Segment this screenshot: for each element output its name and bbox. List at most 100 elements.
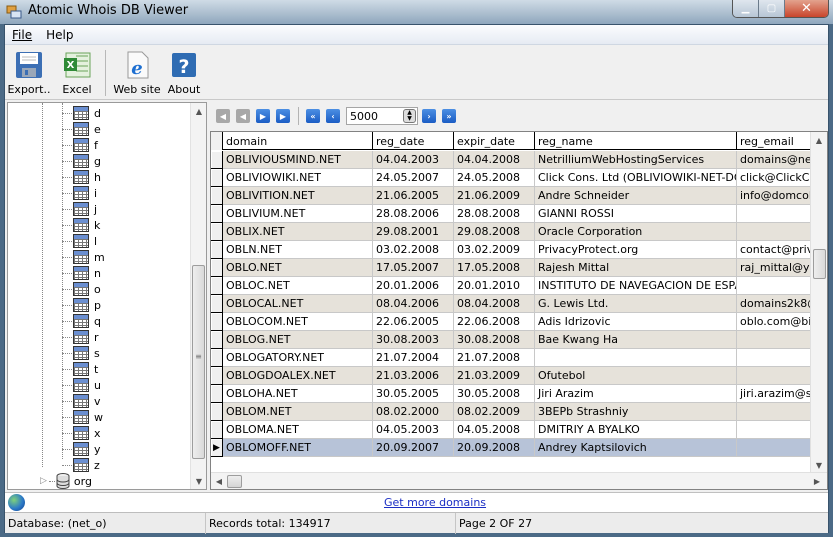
grid-cell-reg-email[interactable]: contact@priva	[737, 241, 815, 259]
spin-updown-icon[interactable]: ▲ ▼	[403, 109, 416, 123]
grid-cell-reg-name[interactable]: Rajesh Mittal	[535, 259, 737, 277]
tree-node-table[interactable]: n	[62, 265, 101, 281]
close-button[interactable]: ✕	[785, 0, 828, 17]
table-row[interactable]: OBLIVIUM.NET 28.08.2006 28.08.2008 GIANNI R…	[211, 205, 815, 223]
maximize-button[interactable]: ▢	[759, 0, 785, 17]
tree-node-table[interactable]: r	[62, 329, 99, 345]
grid-cell-domain[interactable]: OBLOCOM.NET	[223, 313, 373, 331]
table-row[interactable]: OBLIVITION.NET 21.06.2005 21.06.2009 Andre …	[211, 187, 815, 205]
scroll-up-arrow-icon[interactable]: ▲	[811, 132, 827, 148]
row-indicator[interactable]	[211, 385, 223, 403]
tree-node-table[interactable]: k	[62, 217, 100, 233]
grid-cell-reg-name[interactable]: Click Cons. Ltd (OBLIVIOWIKI-NET-DOM)	[535, 169, 737, 187]
grid-cell-expir-date[interactable]: 03.02.2009	[454, 241, 535, 259]
scrollbar-thumb[interactable]	[813, 249, 826, 279]
table-row[interactable]: OBLOC.NET 20.01.2006 20.01.2010 INSTITUTO D…	[211, 277, 815, 295]
menu-file[interactable]: File	[5, 28, 39, 42]
next-page-button[interactable]: ›	[422, 109, 436, 123]
grid-cell-reg-date[interactable]: 21.03.2006	[373, 367, 454, 385]
grid-cell-reg-date[interactable]: 04.04.2003	[373, 151, 454, 169]
row-indicator[interactable]	[211, 205, 223, 223]
first-page-button[interactable]: «	[306, 109, 320, 123]
row-indicator[interactable]	[211, 421, 223, 439]
tree-node-table[interactable]: t	[62, 361, 98, 377]
grid-cell-reg-email[interactable]	[737, 205, 815, 223]
grid-cell-reg-name[interactable]: GIANNI ROSSI	[535, 205, 737, 223]
last-record-button[interactable]: ▶	[276, 109, 290, 123]
grid-cell-reg-email[interactable]: info@domcolle	[737, 187, 815, 205]
row-indicator[interactable]	[211, 187, 223, 205]
grid-cell-expir-date[interactable]: 08.04.2008	[454, 295, 535, 313]
tree-node-table[interactable]: z	[62, 457, 100, 473]
grid-horizontal-scrollbar[interactable]: ◀ ▶	[211, 472, 827, 489]
tree-node-table[interactable]: o	[62, 281, 101, 297]
grid-cell-reg-date[interactable]: 30.05.2005	[373, 385, 454, 403]
tree-node-table[interactable]: y	[62, 441, 101, 457]
grid-cell-reg-date[interactable]: 08.02.2000	[373, 403, 454, 421]
grid-cell-reg-email[interactable]	[737, 367, 815, 385]
grid-cell-reg-date[interactable]: 08.04.2006	[373, 295, 454, 313]
tree-node-table[interactable]: w	[62, 409, 103, 425]
tree-node-table[interactable]: g	[62, 153, 101, 169]
prior-record-button[interactable]: ◀	[236, 109, 250, 123]
menu-help[interactable]: Help	[39, 28, 80, 42]
grid-cell-reg-email[interactable]	[737, 223, 815, 241]
grid-cell-expir-date[interactable]: 04.04.2008	[454, 151, 535, 169]
next-record-button[interactable]: ▶	[256, 109, 270, 123]
tree-node-table[interactable]: j	[62, 201, 97, 217]
grid-cell-expir-date[interactable]: 28.08.2008	[454, 205, 535, 223]
grid-cell-reg-name[interactable]: DMITRIY A BYALKO	[535, 421, 737, 439]
grid-cell-reg-name[interactable]: INSTITUTO DE NAVEGACION DE ESPA?'A	[535, 277, 737, 295]
grid-cell-domain[interactable]: OBLO.NET	[223, 259, 373, 277]
tree-node-table[interactable]: v	[62, 393, 101, 409]
grid-cell-reg-email[interactable]	[737, 421, 815, 439]
row-indicator[interactable]	[211, 241, 223, 259]
grid-cell-reg-name[interactable]: Ofutebol	[535, 367, 737, 385]
grid-cell-domain[interactable]: OBLIVIUM.NET	[223, 205, 373, 223]
table-row[interactable]: OBLIX.NET 29.08.2001 29.08.2008 Oracle Corp…	[211, 223, 815, 241]
grid-cell-reg-email[interactable]: oblo.com@bih.	[737, 313, 815, 331]
table-row[interactable]: OBLOCOM.NET 22.06.2005 22.06.2008 Adis Idri…	[211, 313, 815, 331]
row-indicator[interactable]	[211, 151, 223, 169]
row-indicator[interactable]	[211, 313, 223, 331]
tree-node-table[interactable]: p	[62, 297, 101, 313]
tree-node-table[interactable]: e	[62, 121, 101, 137]
scroll-right-arrow-icon[interactable]: ▶	[809, 473, 825, 489]
tree-node-table[interactable]: h	[62, 169, 101, 185]
grid-cell-reg-name[interactable]: Adis Idrizovic	[535, 313, 737, 331]
table-row[interactable]: OBLOM.NET 08.02.2000 08.02.2009 3BEPb Stras…	[211, 403, 815, 421]
tree-node-table[interactable]: l	[62, 233, 97, 249]
grid-cell-reg-email[interactable]	[737, 277, 815, 295]
tree-node-table[interactable]: m	[62, 249, 105, 265]
grid-cell-domain[interactable]: OBLOG.NET	[223, 331, 373, 349]
grid-cell-domain[interactable]: OBLIVITION.NET	[223, 187, 373, 205]
column-header-reg-email[interactable]: reg_email	[737, 132, 815, 150]
table-row[interactable]: OBLOCAL.NET 08.04.2006 08.04.2008 G. Lewis …	[211, 295, 815, 313]
grid-cell-reg-name[interactable]: NetrilliumWebHostingServices	[535, 151, 737, 169]
table-row[interactable]: OBLOG.NET 30.08.2003 30.08.2008 Bae Kwang H…	[211, 331, 815, 349]
column-header-reg-name[interactable]: reg_name	[535, 132, 737, 150]
row-indicator[interactable]	[211, 295, 223, 313]
grid-cell-reg-date[interactable]: 30.08.2003	[373, 331, 454, 349]
grid-cell-expir-date[interactable]: 08.02.2009	[454, 403, 535, 421]
grid-cell-reg-email[interactable]	[737, 331, 815, 349]
grid-cell-reg-date[interactable]: 29.08.2001	[373, 223, 454, 241]
table-row[interactable]: OBLIVIOWIKI.NET 24.05.2007 24.05.2008 Click…	[211, 169, 815, 187]
website-button[interactable]: e Web site	[110, 46, 164, 100]
grid-cell-reg-email[interactable]: domains@netri	[737, 151, 815, 169]
grid-cell-domain[interactable]: OBLOGATORY.NET	[223, 349, 373, 367]
tree-node-table[interactable]: d	[62, 105, 101, 121]
grid-cell-reg-name[interactable]: G. Lewis Ltd.	[535, 295, 737, 313]
grid-cell-reg-email[interactable]: jiri.arazim@sez	[737, 385, 815, 403]
tree-node-org[interactable]: ▷ org	[40, 473, 92, 489]
grid-cell-reg-email[interactable]	[737, 439, 815, 457]
row-indicator[interactable]: ▶	[211, 439, 223, 457]
page-size-input[interactable]: 5000 ▲ ▼	[346, 107, 418, 125]
table-row[interactable]: OBLOGDOALEX.NET 21.03.2006 21.03.2009 Ofute…	[211, 367, 815, 385]
tree-node-table[interactable]: s	[62, 345, 100, 361]
grid-cell-reg-date[interactable]: 28.08.2006	[373, 205, 454, 223]
last-page-button[interactable]: »	[442, 109, 456, 123]
column-header-expir-date[interactable]: expir_date	[454, 132, 535, 150]
row-indicator[interactable]	[211, 169, 223, 187]
grid-cell-domain[interactable]: OBLOGDOALEX.NET	[223, 367, 373, 385]
